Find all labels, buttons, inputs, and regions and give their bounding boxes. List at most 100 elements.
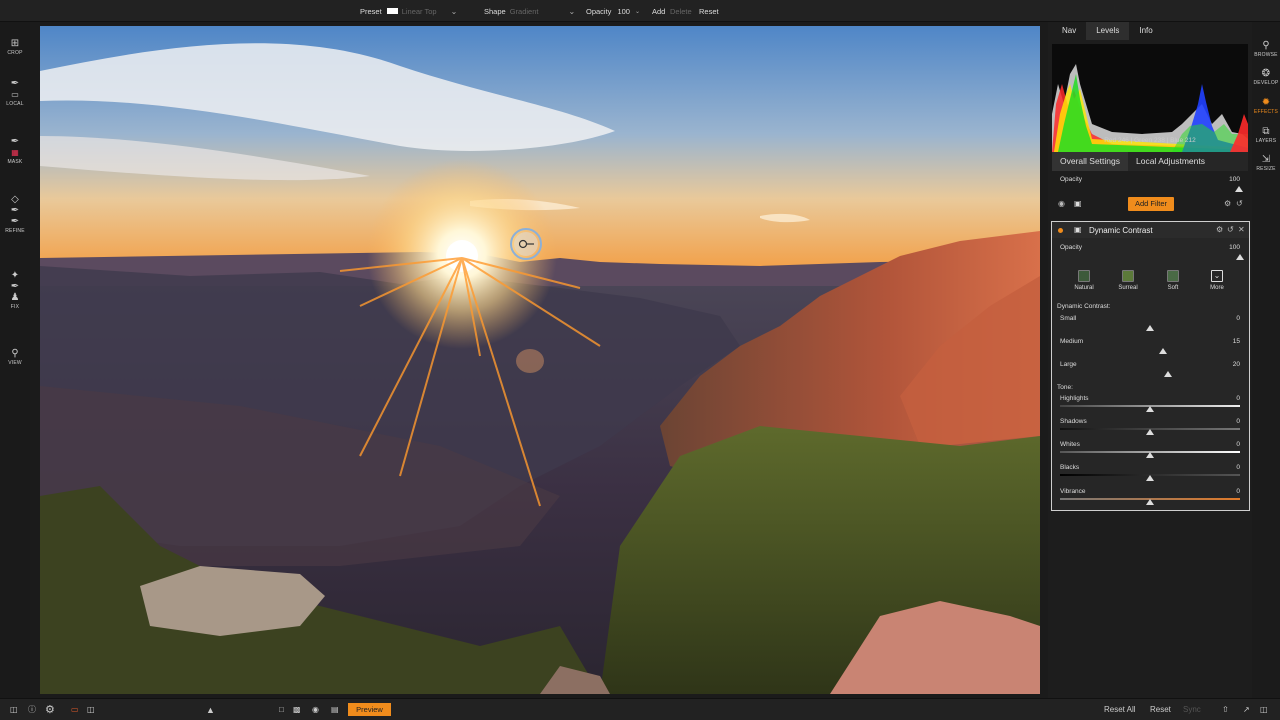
mask-overlay-icon[interactable]: ▤	[331, 699, 339, 720]
panel-toggle-icon[interactable]: ◫	[10, 699, 18, 720]
tab-local-adjustments[interactable]: Local Adjustments	[1128, 152, 1213, 171]
opacity-control[interactable]: Opacity 100 ⌄	[586, 0, 640, 22]
preset-thumbnail	[1167, 270, 1179, 282]
mask-type-icon[interactable]: ▩	[293, 699, 301, 720]
add-filter-button[interactable]: Add Filter	[1128, 197, 1174, 211]
shadows-value[interactable]: 0	[1236, 418, 1240, 425]
gear-icon[interactable]: ⚙	[45, 699, 55, 720]
tool-view[interactable]: ⚲ VIEW	[0, 348, 30, 366]
mask-circle-icon[interactable]: ◉	[312, 699, 319, 720]
gear-icon[interactable]: ⚙	[1216, 225, 1223, 234]
photo-canvas[interactable]	[40, 26, 1040, 694]
tool-local[interactable]: ✒ ▭ LOCAL	[0, 78, 30, 107]
opacity-value[interactable]: 100	[617, 7, 630, 16]
reset-button[interactable]: Reset	[699, 0, 719, 22]
module-effects[interactable]: ✹ EFFECTS	[1252, 97, 1280, 115]
filter-opacity-label: Opacity	[1060, 244, 1083, 251]
preset-label: Preset	[360, 6, 382, 16]
dynamic-contrast-filter: ▣ Dynamic Contrast ⚙ ↺ ✕ Opacity 100 Nat…	[1051, 221, 1250, 511]
share-icon[interactable]: ⇧	[1222, 699, 1229, 720]
small-slider[interactable]	[1146, 325, 1154, 331]
crop-icon: ⊞	[10, 38, 20, 49]
preset-control[interactable]: Preset Linear Top ⌄	[360, 0, 457, 22]
mask-view-icon[interactable]: □	[279, 699, 284, 720]
tool-refine[interactable]: ◇ ✒ ✒ REFINE	[0, 194, 30, 234]
filter-mask-icon[interactable]: ▣	[1074, 225, 1082, 234]
module-label: DEVELOP	[1253, 80, 1279, 86]
overall-opacity-slider[interactable]	[1235, 186, 1243, 192]
module-develop[interactable]: ❂ DEVELOP	[1252, 68, 1280, 86]
tool-mask[interactable]: ✒ ▦ MASK	[0, 136, 30, 165]
export-icon[interactable]: ↗	[1243, 699, 1250, 720]
blacks-value[interactable]: 0	[1236, 464, 1240, 471]
retouch-icon: ✒	[10, 281, 20, 292]
undo-icon[interactable]: ↺	[1227, 225, 1234, 234]
mask-icon[interactable]: ▣	[1074, 199, 1082, 208]
landscape-photo	[40, 26, 1040, 694]
vibrance-slider[interactable]	[1146, 499, 1154, 505]
highlights-label: Highlights	[1060, 395, 1089, 402]
medium-slider[interactable]	[1159, 348, 1167, 354]
small-value[interactable]: 0	[1236, 315, 1240, 322]
zoom-slider-thumb[interactable]: ▲	[206, 699, 215, 720]
module-label: EFFECTS	[1253, 109, 1279, 115]
sidebar-toggle-icon[interactable]: ◫	[1260, 699, 1268, 720]
tool-crop[interactable]: ⊞ CROP	[0, 38, 30, 56]
blacks-slider[interactable]	[1146, 475, 1154, 481]
overall-opacity-value[interactable]: 100	[1229, 176, 1240, 183]
close-icon[interactable]: ✕	[1238, 225, 1245, 234]
tab-nav[interactable]: Nav	[1052, 22, 1086, 40]
mask-eraser-icon: ▦	[11, 148, 19, 157]
preset-swatch	[386, 8, 398, 14]
chevron-down-icon[interactable]: ⌄	[568, 7, 575, 16]
refine-brush-icon: ◇	[11, 194, 19, 205]
clone-stamp-icon: ♟	[10, 292, 20, 303]
preset-natural[interactable]: Natural	[1067, 270, 1101, 291]
preview-button[interactable]: Preview	[348, 703, 391, 716]
medium-value[interactable]: 15	[1233, 338, 1240, 345]
help-icon[interactable]: ⓘ	[28, 699, 36, 720]
highlights-slider[interactable]	[1146, 406, 1154, 412]
reset-button[interactable]: Reset	[1150, 699, 1171, 720]
module-layers[interactable]: ⧉ LAYERS	[1252, 126, 1280, 144]
preset-soft[interactable]: Soft	[1156, 270, 1190, 291]
module-resize[interactable]: ⇲ RESIZE	[1252, 154, 1280, 172]
add-button[interactable]: Add	[652, 0, 665, 22]
tool-label: REFINE	[5, 228, 25, 234]
mask-add-icon[interactable]: ◉	[1058, 199, 1065, 208]
overall-opacity-label: Opacity	[1060, 176, 1083, 183]
large-slider[interactable]	[1164, 371, 1172, 377]
preset-more[interactable]: ⌄ More	[1200, 270, 1234, 291]
chevron-down-icon[interactable]: ⌄	[635, 8, 640, 15]
tab-levels[interactable]: Levels	[1086, 22, 1130, 40]
preset-surreal[interactable]: Surreal	[1111, 270, 1145, 291]
large-label: Large	[1060, 361, 1077, 368]
shape-control[interactable]: Shape Gradient ⌄	[484, 0, 575, 22]
chevron-down-icon[interactable]: ⌄	[451, 7, 458, 16]
shape-label: Shape	[484, 6, 506, 16]
sync-button[interactable]: Sync	[1183, 699, 1201, 720]
delete-button[interactable]: Delete	[670, 0, 692, 22]
reset-all-button[interactable]: Reset All	[1104, 699, 1136, 720]
tool-fix[interactable]: ✦ ✒ ♟ FIX	[0, 270, 30, 310]
shadows-slider[interactable]	[1146, 429, 1154, 435]
tab-overall-settings[interactable]: Overall Settings	[1052, 152, 1128, 171]
large-value[interactable]: 20	[1233, 361, 1240, 368]
undo-icon[interactable]: ↺	[1236, 199, 1243, 208]
whites-value[interactable]: 0	[1236, 441, 1240, 448]
right-panel: Nav Levels Info Red 246 | Green 238 | Bl…	[1048, 22, 1252, 698]
filter-opacity-slider[interactable]	[1236, 254, 1244, 260]
filter-opacity-value[interactable]: 100	[1229, 244, 1240, 251]
filter-enabled-dot[interactable]	[1058, 228, 1063, 233]
highlights-value[interactable]: 0	[1236, 395, 1240, 402]
module-browse[interactable]: ⚲ BROWSE	[1252, 40, 1280, 58]
layers-icon: ⧉	[1262, 126, 1270, 137]
gear-icon[interactable]: ⚙	[1224, 199, 1231, 208]
chevron-down-icon: ⌄	[1211, 270, 1223, 282]
whites-slider[interactable]	[1146, 452, 1154, 458]
compare-view-icon[interactable]: ◫	[87, 699, 95, 720]
vibrance-value[interactable]: 0	[1236, 488, 1240, 495]
single-view-icon[interactable]: ▭	[71, 699, 79, 720]
bottom-bar: ◫ ⓘ ⚙ ▭ ◫ ▲ □ ▩ ◉ ▤ Preview Reset All Re…	[0, 698, 1280, 720]
tab-info[interactable]: Info	[1129, 22, 1162, 40]
